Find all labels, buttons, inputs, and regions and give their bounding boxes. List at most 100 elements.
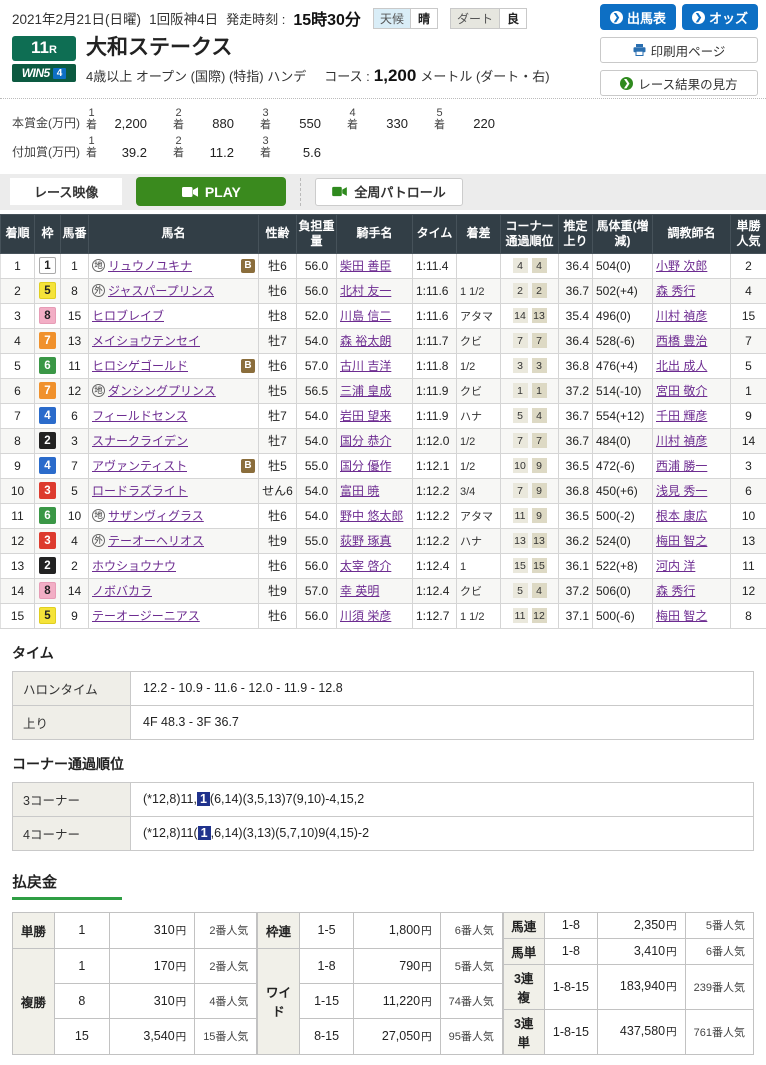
jockey-link[interactable]: 古川 吉洋 — [340, 359, 391, 373]
win-favorite-rank: 5 — [731, 353, 766, 378]
trainer-cell: 宮田 敬介 — [653, 378, 731, 403]
jockey-link[interactable]: 三浦 皇成 — [340, 384, 391, 398]
prize-item: 1着39.2 — [86, 135, 147, 159]
winner-highlight: 1 — [198, 826, 211, 840]
entries-button[interactable]: ❯ 出馬表 — [600, 4, 676, 30]
horse-name-link[interactable]: テーオージーニアス — [92, 607, 200, 624]
trainer-link[interactable]: 梅田 智之 — [656, 534, 707, 548]
play-button[interactable]: PLAY — [136, 177, 286, 206]
trainer-link[interactable]: 小野 次郎 — [656, 259, 707, 273]
jockey-link[interactable]: 国分 恭介 — [340, 434, 391, 448]
corner-positions: 1313 — [501, 528, 559, 553]
frame-cell: 5 — [35, 603, 61, 628]
trainer-link[interactable]: 川村 禎彦 — [656, 434, 707, 448]
trainer-link[interactable]: 宮田 敬介 — [656, 384, 707, 398]
jockey-link[interactable]: 国分 優作 — [340, 459, 391, 473]
column-header: 着差 — [457, 214, 501, 253]
carried-weight: 54.0 — [297, 478, 337, 503]
horse-name-link[interactable]: ノボバカラ — [92, 582, 152, 599]
horse-weight: 502(+4) — [593, 278, 653, 303]
bred-mark-icon: 外 — [92, 284, 105, 297]
finish-position: 6 — [1, 378, 35, 403]
column-header: コーナー通過順位 — [501, 214, 559, 253]
jockey-link[interactable]: 柴田 善臣 — [340, 259, 391, 273]
horse-name-link[interactable]: ヒロシゲゴールド — [92, 357, 188, 374]
jockey-link[interactable]: 北村 友一 — [340, 284, 391, 298]
arrow-circle-icon: ❯ — [610, 11, 623, 24]
horse-name-link[interactable]: メイショウテンセイ — [92, 332, 200, 349]
column-header: 馬番 — [61, 214, 89, 253]
jockey-link[interactable]: 幸 英明 — [340, 584, 379, 598]
corner-3-position: 3 — [513, 358, 528, 373]
odds-button[interactable]: ❯ オッズ — [682, 4, 758, 30]
popularity-rank: 6番人気 — [685, 938, 753, 964]
horse-weight: 524(0) — [593, 528, 653, 553]
frame-number-badge: 7 — [39, 382, 56, 399]
margin: クビ — [457, 328, 501, 353]
horse-name-link[interactable]: スナークライデン — [92, 432, 188, 449]
win-favorite-rank: 8 — [731, 603, 766, 628]
main-prize-values: 1着2,2002着8803着5504着3305着220 — [86, 107, 495, 131]
horse-name-link[interactable]: ジャスパープリンス — [108, 282, 214, 299]
corner-4-position: 13 — [532, 533, 547, 548]
margin: クビ — [457, 378, 501, 403]
column-header: 性齢 — [259, 214, 297, 253]
results-guide-button[interactable]: ❯ レース結果の見方 — [600, 70, 758, 96]
trainer-link[interactable]: 森 秀行 — [656, 284, 695, 298]
horse-number: 5 — [61, 478, 89, 503]
trainer-cell: 千田 輝彦 — [653, 403, 731, 428]
win5-leg-number: 4 — [53, 68, 67, 79]
patrol-video-button[interactable]: 全周パトロール — [315, 178, 462, 206]
jockey-link[interactable]: 荻野 琢真 — [340, 534, 391, 548]
corner-positions: 1515 — [501, 553, 559, 578]
trainer-link[interactable]: 河内 洋 — [656, 559, 695, 573]
corner-positions: 109 — [501, 453, 559, 478]
results-header-row: 着順枠馬番馬名性齢負担重量騎手名タイム着差コーナー通過順位推定上り馬体重(増減)… — [1, 214, 766, 253]
prize-item: 3着550 — [260, 107, 321, 131]
column-header: 負担重量 — [297, 214, 337, 253]
jockey-link[interactable]: 太宰 啓介 — [340, 559, 391, 573]
horse-name-link[interactable]: ヒロブレイブ — [92, 307, 164, 324]
last-3f-label: 上り — [13, 705, 131, 739]
prize-item: 2着880 — [173, 107, 234, 131]
jockey-link[interactable]: 岩田 望来 — [340, 409, 391, 423]
corner-4-position: 3 — [532, 358, 547, 373]
payout-amount: 3,410円 — [598, 938, 685, 964]
horse-name-link[interactable]: サザンヴィグラス — [108, 507, 204, 524]
sex-age: 牡6 — [259, 253, 297, 278]
horse-name-link[interactable]: アヴァンティスト — [92, 457, 187, 474]
trainer-link[interactable]: 根本 康広 — [656, 509, 707, 523]
horse-name-link[interactable]: ホウショウナウ — [92, 557, 176, 574]
horse-number: 1 — [61, 253, 89, 278]
jockey-link[interactable]: 川須 栄彦 — [340, 609, 391, 623]
horse-number: 11 — [61, 353, 89, 378]
trainer-link[interactable]: 川村 禎彦 — [656, 309, 707, 323]
horse-weight: 496(0) — [593, 303, 653, 328]
trainer-link[interactable]: 森 秀行 — [656, 584, 695, 598]
trainer-link[interactable]: 西橋 豊治 — [656, 334, 707, 348]
jockey-link[interactable]: 富田 暁 — [340, 484, 379, 498]
jockey-link[interactable]: 川島 信二 — [340, 309, 391, 323]
corner-3-position: 5 — [513, 408, 528, 423]
horse-name-cell: アヴァンティストB — [89, 453, 259, 478]
horse-name-cell: テーオージーニアス — [89, 603, 259, 628]
trainer-link[interactable]: 西浦 勝一 — [656, 459, 707, 473]
horse-name-link[interactable]: ダンシングプリンス — [108, 382, 216, 399]
horse-name-link[interactable]: フィールドセンス — [92, 407, 188, 424]
course-unit: メートル (ダート・右) — [420, 66, 549, 85]
jockey-link[interactable]: 森 裕太朗 — [340, 334, 391, 348]
race-conditions: 4歳以上 オープン (国際) (特指) ハンデ コース : 1,200 メートル… — [86, 66, 550, 86]
trainer-link[interactable]: 北出 成人 — [656, 359, 707, 373]
corner-4-position: 9 — [532, 508, 547, 523]
trainer-link[interactable]: 千田 輝彦 — [656, 409, 707, 423]
trainer-link[interactable]: 浅見 秀一 — [656, 484, 707, 498]
jockey-link[interactable]: 野中 悠太郎 — [340, 509, 403, 523]
horse-number: 14 — [61, 578, 89, 603]
race-video-button[interactable]: レース映像 — [10, 178, 122, 205]
bet-combination: 1-8-15 — [544, 964, 598, 1009]
horse-name-link[interactable]: リュウノユキナ — [108, 257, 192, 274]
horse-name-link[interactable]: ロードラズライト — [92, 482, 188, 499]
horse-name-link[interactable]: テーオーヘリオス — [108, 532, 204, 549]
trainer-link[interactable]: 梅田 智之 — [656, 609, 707, 623]
print-page-button[interactable]: 印刷用ページ — [600, 37, 758, 63]
